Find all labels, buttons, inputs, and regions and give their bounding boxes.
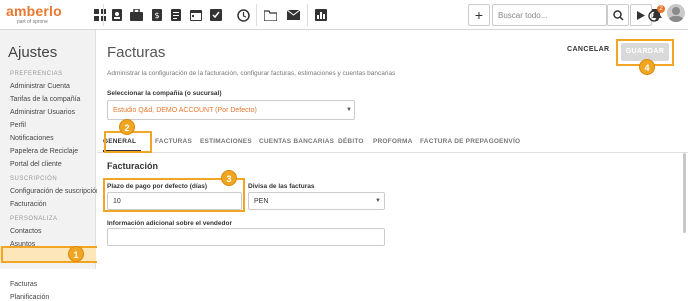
sidebar-item-perfil[interactable]: Perfil [10,122,26,129]
sidebar-item-administrar-cuenta[interactable]: Administrar Cuenta [10,83,70,90]
toolbar-divider [307,4,308,26]
chevron-down-icon: ▼ [346,107,352,113]
page-description: Administrar la configuración de la factu… [107,70,396,77]
company-select-label: Seleccionar la compañía (o sucursal) [107,90,222,97]
main-content: Facturas Administrar la configuración de… [97,30,688,269]
sidebar-item-papelera[interactable]: Papelera de Reciclaje [10,148,78,155]
currency-label: Divisa de las facturas [248,183,315,190]
add-button[interactable]: + [468,4,490,26]
annotation-step-4: 4 [639,59,655,75]
company-select-value: Estudio Q&d, DEMO ACCOUNT (Por Defecto) [113,107,257,114]
sidebar-item-planificacion[interactable]: Planificación [10,294,49,301]
annotation-step-3: 3 [221,170,237,186]
seller-info-input[interactable] [107,228,385,246]
add-icon: + [474,7,484,23]
sidebar-item-tarifas[interactable]: Tarifas de la compañía [10,96,80,103]
sidebar-item-usuarios[interactable]: Administrar Usuarios [10,109,75,116]
currency-select[interactable]: PEN ▼ [248,192,385,210]
history-icon[interactable] [233,5,253,25]
annotation-highlight-box-1 [1,246,99,263]
annotation-step-1: 1 [68,246,84,262]
search-input[interactable]: Buscar todo... [492,4,607,26]
currency-value: PEN [254,198,269,205]
invoice-icon[interactable] [166,5,186,25]
sidebar-section-preferencias: PREFERENCIAS [10,71,63,77]
sidebar-item-config-suscripcion[interactable]: Configuración de suscripción [10,188,100,195]
sidebar-section-personaliza: PERSONALIZA [10,216,58,222]
sidebar-item-contactos[interactable]: Contactos [10,228,42,235]
logo-subtext: part of sprone [17,19,48,25]
toolbar-divider [256,4,257,26]
tab-envio[interactable]: ENVÍO [499,138,520,145]
section-title-facturacion: Facturación [107,161,159,171]
settings-tabs: GENERAL FACTURAS ESTIMACIONES CUENTAS BA… [97,131,688,153]
page-title: Facturas [107,44,166,61]
sidebar-item-portal-cliente[interactable]: Portal del cliente [10,161,62,168]
calendar-icon[interactable] [186,5,206,25]
billing-icon[interactable]: $ [147,5,167,25]
top-navigation-bar: amberlo part of sprone $ + Buscar todo..… [0,0,688,30]
sidebar-title: Ajustes [8,44,58,61]
tab-proforma[interactable]: PROFORMA [373,138,413,145]
contacts-icon[interactable] [107,5,127,25]
tab-factura-prepago[interactable]: FACTURA DE PREPAGO [420,138,499,145]
annotation-step-2: 2 [119,119,135,135]
seller-info-label: Información adicional sobre el vendedor [107,220,232,227]
company-select[interactable]: Estudio Q&d, DEMO ACCOUNT (Por Defecto) … [107,100,355,120]
sidebar-item-facturas[interactable]: Facturas [10,281,37,288]
mail-icon[interactable] [283,5,303,25]
logo-text: amberlo [6,3,62,19]
sidebar-item-notificaciones[interactable]: Notificaciones [10,135,54,142]
tasks-icon[interactable] [206,5,226,25]
search-button[interactable] [607,4,629,26]
avatar[interactable] [667,4,685,22]
svg-text:$: $ [154,11,159,20]
sidebar-item-facturacion[interactable]: Facturación [10,201,47,208]
briefcase-icon[interactable] [126,5,146,25]
tab-cuentas-bancarias[interactable]: CUENTAS BANCARIAS [259,138,334,145]
search-icon [612,9,624,21]
toolbar-divider [103,4,104,26]
tab-debito[interactable]: DÉBITO [338,138,364,145]
notification-count-badge: 2 [657,5,665,13]
scrollbar[interactable] [683,153,686,233]
reports-icon[interactable] [311,5,331,25]
chevron-down-icon: ▼ [375,198,381,204]
tab-facturas[interactable]: FACTURAS [155,138,192,145]
sidebar-section-suscripcion: SUSCRIPCIÓN [10,176,58,182]
cancel-button[interactable]: CANCELAR [567,46,609,53]
folder-icon[interactable] [260,5,280,25]
settings-sidebar: Ajustes PREFERENCIAS Administrar Cuenta … [0,30,100,301]
amberlo-logo[interactable]: amberlo part of sprone [6,3,80,27]
tab-estimaciones[interactable]: ESTIMACIONES [200,138,252,145]
